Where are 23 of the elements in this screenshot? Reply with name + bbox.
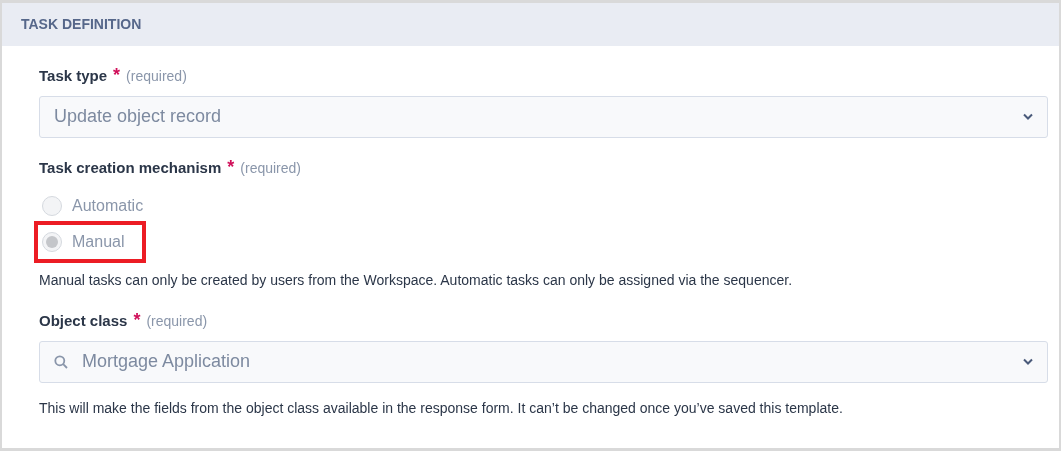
field-label: Task type (39, 66, 108, 86)
select-value: Mortgage Application (82, 350, 252, 373)
radio-option[interactable]: Automatic (42, 194, 144, 218)
required-hint: (required) (146, 312, 208, 331)
required-asterisk: * (133, 311, 141, 329)
chevron-down-icon (1023, 113, 1033, 120)
select-value: Update object record (54, 105, 223, 128)
required-asterisk: * (227, 157, 235, 176)
radio-button[interactable] (42, 232, 62, 252)
required-asterisk: * (113, 66, 121, 84)
field-label: Object class (39, 311, 128, 331)
field-label: Task creation mechanism (39, 157, 222, 178)
search-icon (54, 354, 68, 369)
chevron-down-icon (1023, 358, 1033, 365)
radio-button[interactable] (42, 196, 62, 216)
help-text: Manual tasks can only be created by users from the Workspace. Automatic tasks can only be assigned via the sequencer. (39, 271, 794, 290)
section-title: TASK DEFINITION (21, 15, 142, 34)
required-hint: (required) (126, 67, 187, 86)
search-select-field[interactable]: Mortgage Application (39, 340, 1048, 383)
select-field[interactable]: Update object record (39, 95, 1048, 138)
radio-option[interactable]: Manual (42, 230, 125, 254)
required-hint: (required) (240, 158, 302, 178)
help-text: This will make the fields from the object class available in the response form. It can’t be changed once you’ve saved this template. (39, 398, 844, 418)
